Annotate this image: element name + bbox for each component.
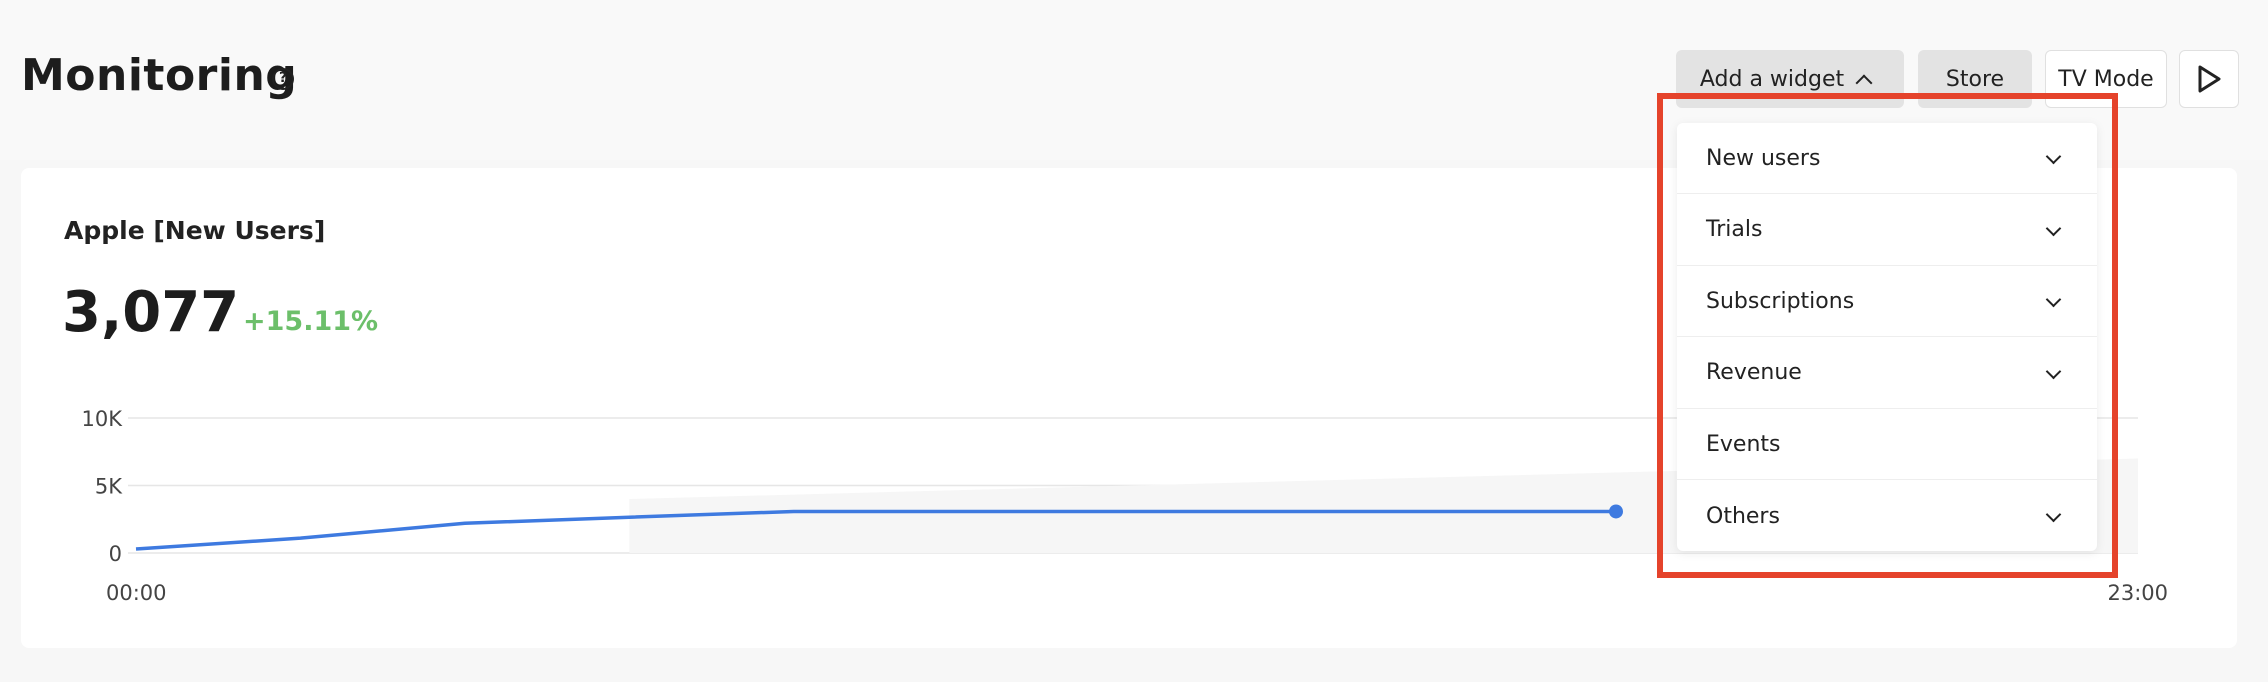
y-tick-label: 0: [109, 542, 122, 566]
x-tick-label: 23:00: [2107, 581, 2168, 605]
y-tick-label: 5K: [95, 475, 123, 499]
data-point: [1609, 504, 1623, 519]
x-tick-label: 00:00: [106, 581, 167, 605]
y-tick-label: 10K: [82, 407, 124, 431]
dropdown-highlight-box: [1657, 93, 2118, 578]
